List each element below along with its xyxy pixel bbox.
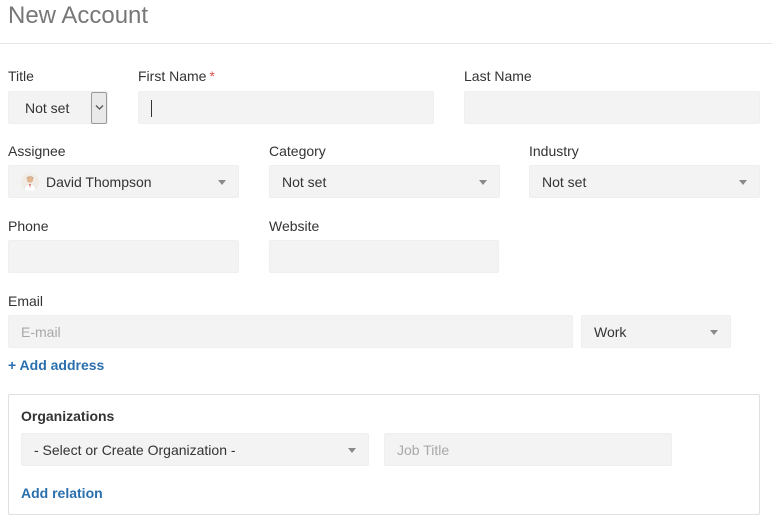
assignee-select[interactable]: David Thompson <box>8 165 239 198</box>
caret-down-icon <box>710 330 718 335</box>
first-name-input[interactable] <box>138 91 434 124</box>
user-avatar-icon <box>23 176 37 191</box>
caret-down-icon <box>348 448 356 453</box>
industry-label: Industry <box>529 143 579 159</box>
last-name-input[interactable] <box>464 91 760 124</box>
category-select[interactable]: Not set <box>269 165 500 198</box>
caret-down-icon <box>739 180 747 185</box>
caret-down-icon <box>479 180 487 185</box>
category-label: Category <box>269 143 326 159</box>
title-select[interactable]: Not set <box>8 91 108 124</box>
website-label: Website <box>269 218 320 234</box>
email-type-value: Work <box>594 324 627 340</box>
title-dropdown-button[interactable] <box>91 92 107 124</box>
chevron-down-icon <box>95 105 104 110</box>
industry-select[interactable]: Not set <box>529 165 760 198</box>
job-title-placeholder: Job Title <box>397 442 450 458</box>
add-relation-link[interactable]: Add relation <box>21 484 103 502</box>
email-type-select[interactable]: Work <box>581 315 731 348</box>
assignee-label: Assignee <box>8 143 66 159</box>
title-label: Title <box>8 68 34 84</box>
phone-label: Phone <box>8 218 49 234</box>
caret-down-icon <box>218 180 226 185</box>
title-select-value: Not set <box>25 100 70 116</box>
category-value: Not set <box>282 174 327 190</box>
industry-value: Not set <box>542 174 587 190</box>
assignee-value: David Thompson <box>46 174 152 190</box>
email-placeholder: E-mail <box>21 324 61 340</box>
organization-select[interactable]: - Select or Create Organization - <box>21 433 369 466</box>
required-mark: * <box>209 68 215 84</box>
email-label: Email <box>8 293 44 309</box>
page-title: New Account <box>8 2 149 29</box>
website-input[interactable] <box>269 240 499 273</box>
add-address-link[interactable]: + Add address <box>8 356 104 374</box>
last-name-label: Last Name <box>464 68 532 84</box>
job-title-input[interactable]: Job Title <box>384 433 672 466</box>
first-name-label-text: First Name <box>138 68 207 84</box>
phone-input[interactable] <box>8 240 239 273</box>
text-cursor <box>151 100 152 117</box>
title-divider <box>0 43 772 44</box>
organizations-title: Organizations <box>21 408 115 424</box>
avatar <box>21 173 39 191</box>
first-name-label: First Name * <box>138 67 215 85</box>
email-input[interactable]: E-mail <box>8 315 573 348</box>
organization-select-placeholder: - Select or Create Organization - <box>34 442 236 458</box>
